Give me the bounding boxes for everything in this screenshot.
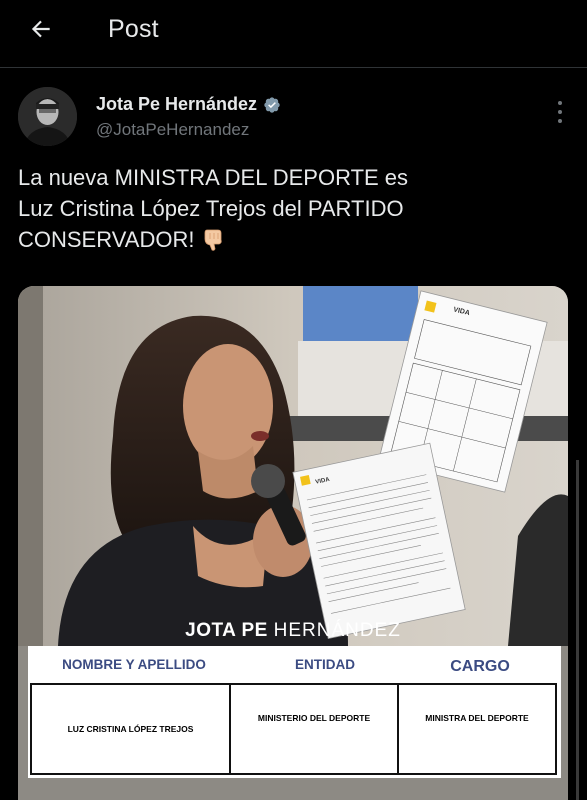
backhand-index-pointing-down-icon (204, 229, 222, 251)
page-title: Post (108, 15, 159, 43)
info-table: NOMBRE Y APELLIDO ENTIDAD CARGO LUZ CRIS… (28, 646, 561, 778)
top-bar: Post (0, 0, 587, 68)
watermark-thin: HERNÁNDEZ (273, 620, 401, 641)
more-options-button[interactable] (557, 101, 563, 123)
photo-image: VIDA VIDA (18, 286, 568, 646)
post-media[interactable]: VIDA VIDA JOTA PE HERNÁNDEZ NOMBRE Y APE… (18, 286, 568, 800)
post-text-line-last: CONSERVADOR! (18, 224, 568, 255)
author-name[interactable]: Jota Pe Hernández (96, 94, 257, 115)
watermark-bold: JOTA PE (185, 620, 268, 641)
table-cell-position: MINISTRA DEL DEPORTE (397, 685, 555, 773)
table-cell-entity: MINISTERIO DEL DEPORTE (229, 685, 397, 773)
avatar[interactable] (18, 87, 77, 146)
table-header-entity: ENTIDAD (295, 656, 355, 672)
author-handle[interactable]: @JotaPeHernandez (96, 120, 249, 140)
more-vertical-icon (558, 101, 562, 105)
table-cell-name: LUZ CRISTINA LÓPEZ TREJOS (67, 724, 194, 734)
post-text-line: Luz Cristina López Trejos del PARTIDO (18, 196, 404, 221)
post-author: Jota Pe Hernández @JotaPeHernandez (18, 87, 569, 149)
post-text: La nueva MINISTRA DEL DEPORTE es Luz Cri… (18, 162, 568, 255)
table-header-name: NOMBRE Y APELLIDO (62, 656, 206, 672)
post-text-line: La nueva MINISTRA DEL DEPORTE es (18, 165, 409, 190)
arrow-left-icon (31, 20, 50, 38)
verified-badge-icon (264, 96, 280, 113)
watermark: JOTA PE HERNÁNDEZ (18, 620, 568, 642)
scrollbar[interactable] (576, 460, 579, 800)
author-name-row[interactable]: Jota Pe Hernández (96, 94, 281, 115)
back-button[interactable] (26, 14, 56, 44)
table-header-position: CARGO (450, 658, 510, 675)
table-row: LUZ CRISTINA LÓPEZ TREJOS MINISTERIO DEL… (30, 683, 557, 775)
